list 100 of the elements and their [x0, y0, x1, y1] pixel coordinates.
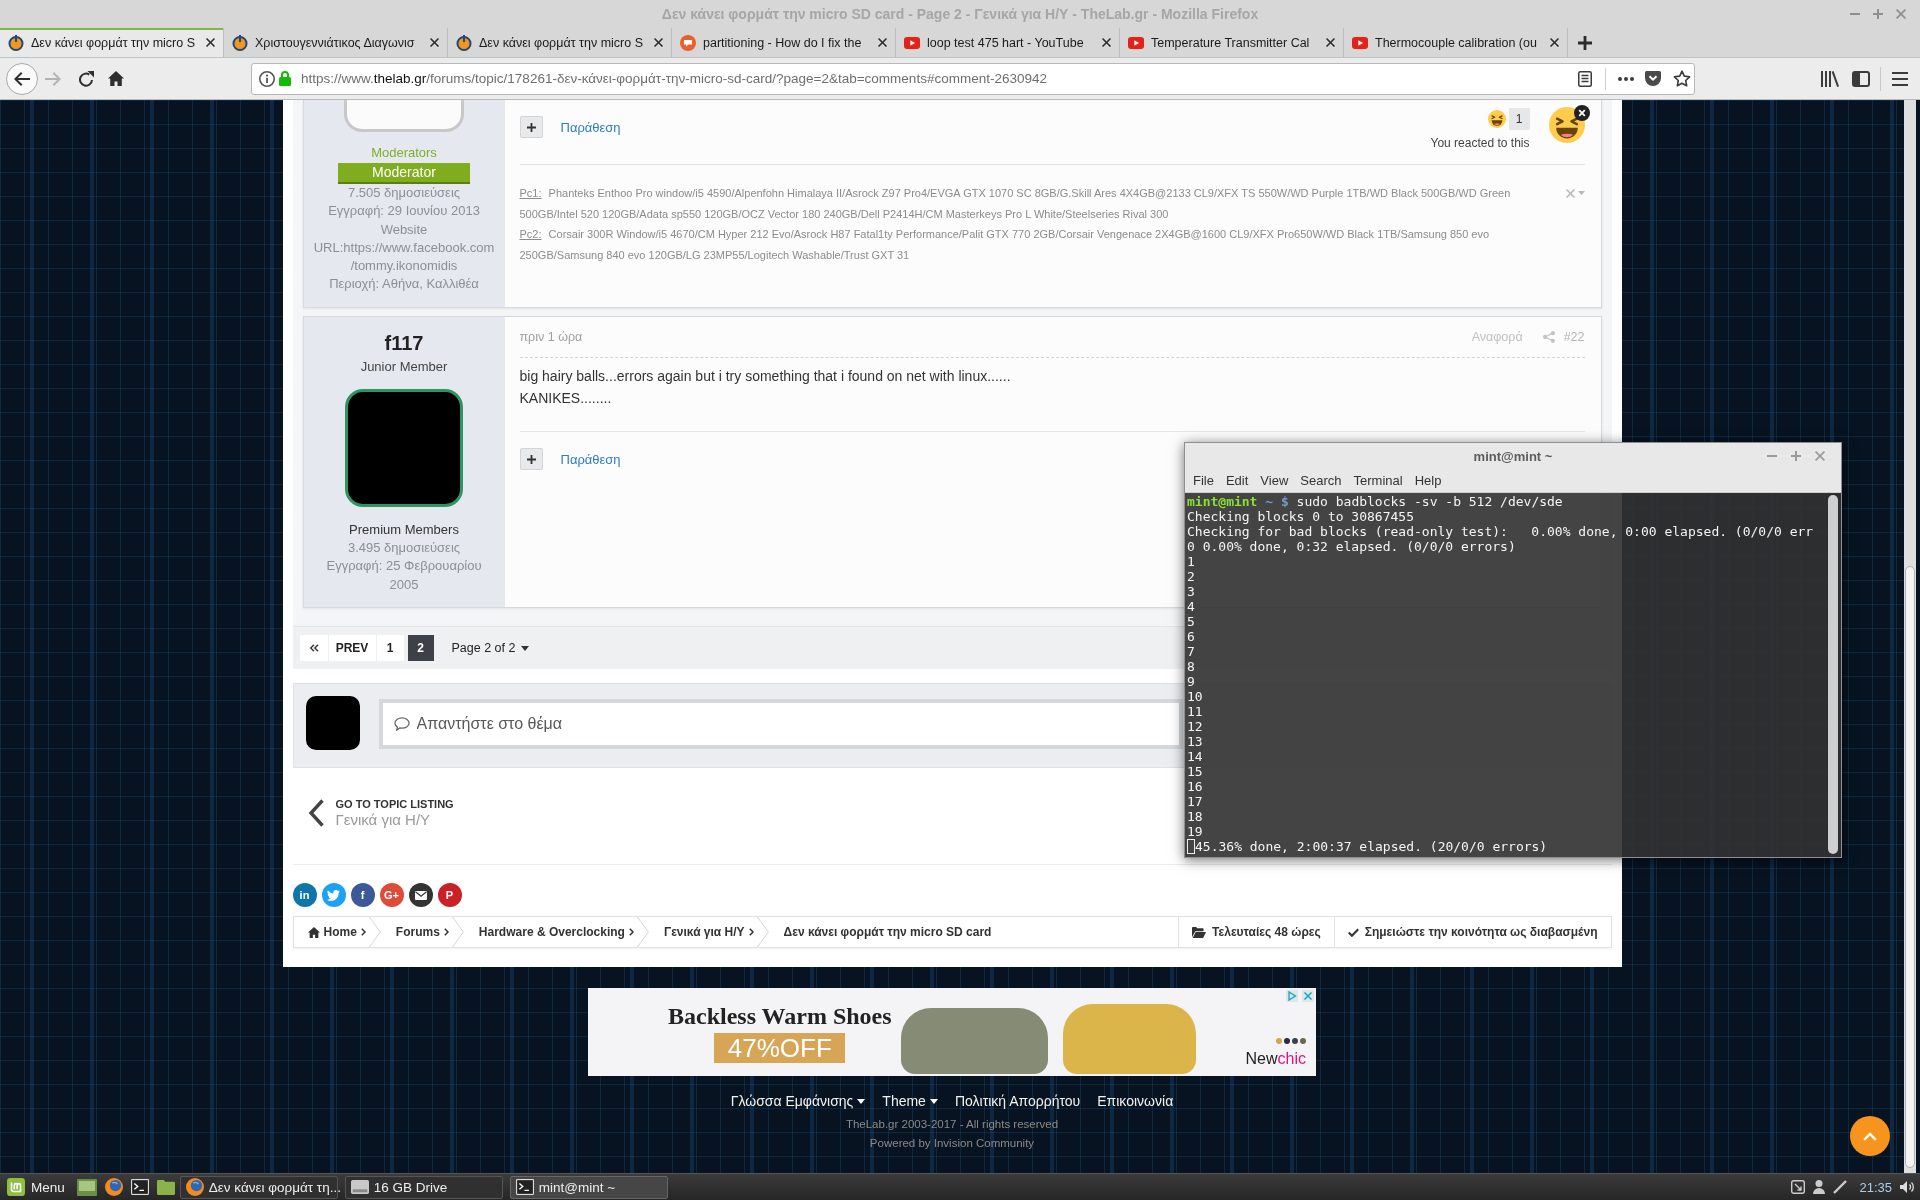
menu-item[interactable]: Terminal [1347, 473, 1409, 488]
pen-icon[interactable] [1833, 1180, 1848, 1194]
prev-page-button[interactable]: PREV [328, 635, 376, 661]
home-icon[interactable] [108, 71, 124, 86]
topic-listing-link[interactable]: GO TO TOPIC LISTING Γενικά για Η/Υ [307, 797, 454, 829]
reload-icon[interactable] [78, 70, 94, 87]
terminal-line: 6 [1187, 629, 1196, 644]
close-icon[interactable] [1573, 105, 1590, 121]
share-button[interactable] [408, 883, 433, 907]
menu-item[interactable]: Search [1294, 473, 1348, 488]
shield-icon[interactable] [1645, 71, 1661, 86]
taskbar-window-button[interactable]: mint@mint ~ [509, 1175, 668, 1199]
menu-icon[interactable] [1892, 71, 1908, 86]
lock-icon [279, 71, 291, 86]
caret-down-icon [521, 645, 530, 651]
envelope-icon [414, 890, 427, 900]
multiquote-button[interactable] [519, 448, 543, 470]
menu-item[interactable]: View [1254, 473, 1295, 488]
footer-link[interactable]: Γλώσσα Εμφάνισης [730, 1092, 866, 1110]
avatar-placeholder [305, 696, 360, 750]
breadcrumb-link[interactable]: Home [307, 925, 366, 939]
folder-icon[interactable] [156, 1179, 175, 1195]
clock-text[interactable]: 21:35 [1859, 1179, 1892, 1195]
star-icon[interactable] [1673, 70, 1691, 87]
breadcrumb-link[interactable]: Hardware & Overclocking [478, 925, 634, 939]
globe-icon[interactable] [104, 1178, 123, 1196]
close-icon[interactable] [206, 38, 215, 47]
quote-link[interactable]: Παράθεση [560, 451, 621, 467]
plus-icon [526, 122, 536, 132]
browser-tab[interactable]: Δεν κάνει φορμάτ την micro S [0, 28, 224, 57]
browser-tab[interactable]: Temperature Transmitter Cal [1120, 28, 1344, 57]
caret-down-icon [929, 1098, 938, 1104]
footer-link[interactable]: Theme [882, 1092, 938, 1110]
breadcrumb-action-link[interactable]: Σημειώστε την κοινότητα ως διαβασμένη [1333, 917, 1611, 947]
footer-link[interactable]: Πολιτική Απορρήτου [954, 1092, 1081, 1110]
browser-tab[interactable]: Thermocouple calibration (ou [1344, 28, 1568, 57]
sidebar-icon[interactable] [1852, 70, 1870, 87]
browser-tab[interactable]: partitioning - How do I fix the [672, 28, 896, 57]
browser-tab[interactable]: Χριστουγεννιάτικος Διαγωνισ [224, 28, 448, 57]
menu-item[interactable]: File [1187, 473, 1220, 488]
browser-tab[interactable]: Δεν κάνει φορμάτ την micro S [448, 28, 672, 57]
books-icon[interactable] [1821, 70, 1839, 87]
close-icon[interactable] [1326, 38, 1335, 47]
back-button[interactable] [6, 62, 38, 95]
share-button[interactable]: in [292, 883, 317, 907]
close-icon[interactable] [1550, 38, 1559, 47]
share-button[interactable]: G+ [379, 883, 404, 907]
taskbar-window-button[interactable]: Δεν κάνει φορμάτ τη... [179, 1175, 338, 1199]
page-icon[interactable] [1578, 70, 1592, 87]
terminal-line: 15 [1187, 764, 1204, 779]
user-icon[interactable] [1813, 1180, 1826, 1194]
share-button[interactable]: P [437, 883, 462, 907]
display-icon[interactable] [1791, 1180, 1806, 1194]
close-icon[interactable] [1102, 38, 1111, 47]
member-stat: 3.495 δημοσιεύσεις [347, 539, 461, 557]
breadcrumb-action-link[interactable]: Τελευταίες 48 ώρες [1178, 917, 1334, 947]
close-icon[interactable] [654, 38, 663, 47]
breadcrumb-link[interactable]: Γενικά για Η/Υ [663, 925, 754, 939]
more-icon[interactable] [1618, 76, 1634, 81]
volume-icon[interactable] [1900, 1181, 1914, 1193]
site-icon [680, 34, 696, 51]
breadcrumb-link[interactable]: Forums [395, 925, 449, 939]
chevron-right-icon [360, 928, 366, 936]
terminal-icon [515, 1179, 534, 1195]
taskbar-window-button[interactable]: 16 GB Drive [344, 1175, 503, 1199]
member-stat: Εγγραφή: 25 Φεβρουαρίου 2005 [325, 557, 483, 594]
terminal-scrollbar[interactable] [1828, 495, 1838, 854]
globe-icon [185, 1178, 204, 1196]
share-button[interactable]: f [350, 883, 375, 907]
first-page-button[interactable] [299, 635, 328, 661]
arrow-left-icon [14, 71, 30, 86]
powered-by-link[interactable]: Powered by Invision Community [869, 1135, 1035, 1151]
start-menu-button[interactable]: Menu [4, 1175, 71, 1199]
desktop-icon[interactable] [76, 1178, 97, 1196]
address-bar[interactable]: https://www.thelab.gr/forums/topic/178261-δεν-κάνει-φορμάτ-την-micro-sd-card/?page=2&tab=comments#comment-2630942 [251, 62, 1695, 95]
author-name[interactable]: f117 [384, 331, 424, 355]
scroll-to-top-button[interactable] [1850, 1116, 1890, 1156]
browser-tab[interactable]: loop test 475 hart - YouTube [896, 28, 1120, 57]
terminal-line: 4 [1187, 599, 1196, 614]
terminal-icon[interactable] [130, 1179, 149, 1195]
page-button[interactable]: 1 [376, 635, 404, 661]
laughing-face-icon[interactable] [1548, 107, 1585, 143]
bird-icon [327, 889, 340, 901]
page-scrollbar[interactable] [1904, 100, 1916, 1173]
page-button[interactable]: 2 [407, 635, 434, 661]
scrollbar-thumb[interactable] [1905, 566, 1915, 1168]
multiquote-button[interactable] [519, 116, 543, 138]
laughing-face-icon[interactable] [1487, 110, 1506, 128]
menu-item[interactable]: Edit [1219, 473, 1255, 488]
quote-link[interactable]: Παράθεση [560, 119, 621, 135]
close-icon[interactable] [878, 38, 887, 47]
close-icon[interactable] [430, 38, 439, 47]
caret-down-icon [857, 1098, 866, 1104]
reply-field[interactable]: Απαντήστε στο θέμα [378, 699, 1183, 749]
menu-item[interactable]: Help [1408, 473, 1448, 488]
terminal-line: 11 [1187, 704, 1204, 719]
plus-icon[interactable] [1578, 35, 1592, 50]
info-icon[interactable] [259, 70, 275, 87]
page-menu-button[interactable]: Page 2 of 2 [451, 641, 530, 655]
footer-link[interactable]: Επικοινωνία [1097, 1092, 1174, 1110]
